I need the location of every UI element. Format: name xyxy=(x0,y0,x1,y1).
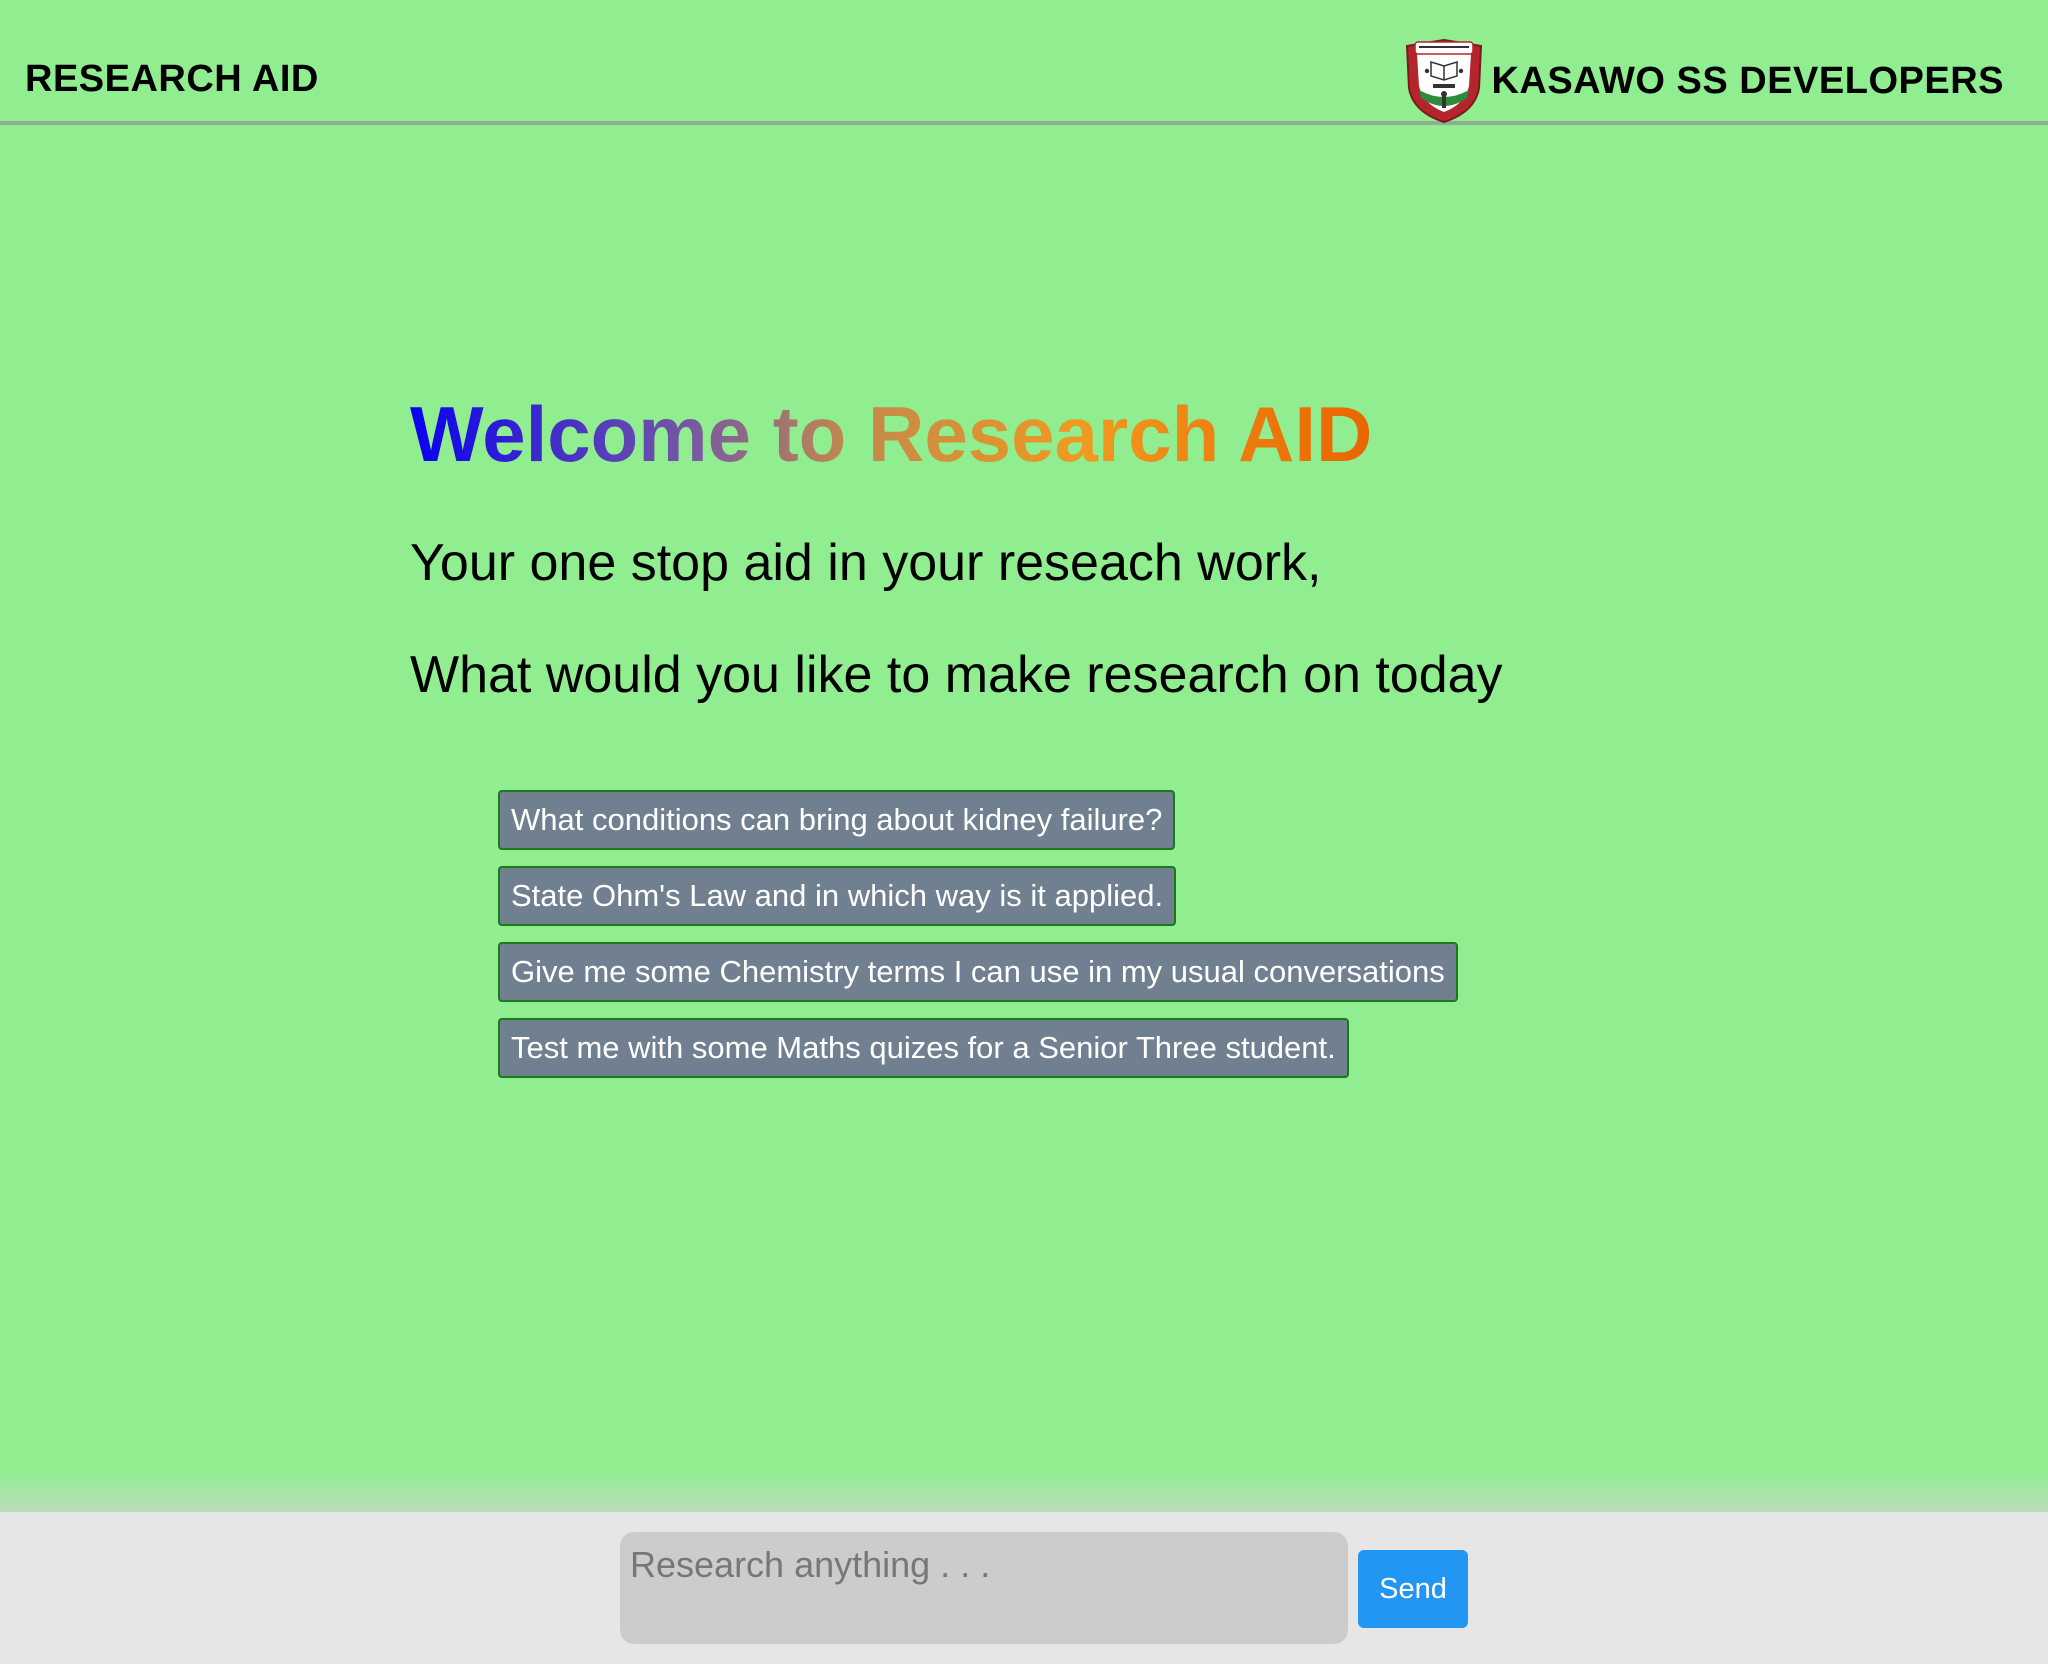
welcome-heading: Welcome to Research AID xyxy=(410,390,1373,478)
developer-block: KASAWO SS DEVELOPERS xyxy=(1403,38,2004,124)
brand-title: RESEARCH AID xyxy=(25,58,319,100)
suggestion-button[interactable]: Test me with some Maths quizes for a Sen… xyxy=(498,1018,1349,1078)
top-header: RESEARCH AID KASAWO SS DEVELOPERS xyxy=(0,0,2048,125)
school-crest-icon xyxy=(1406,38,1483,124)
prompt-line: What would you like to make research on … xyxy=(410,646,1503,705)
suggestion-list: What conditions can bring about kidney f… xyxy=(498,790,1458,1094)
suggestion-button[interactable]: State Ohm's Law and in which way is it a… xyxy=(498,866,1177,926)
footer-fade xyxy=(0,1470,2048,1512)
developer-name: KASAWO SS DEVELOPERS xyxy=(1491,59,2004,102)
welcome-section: Welcome to Research AID Your one stop ai… xyxy=(410,390,1710,706)
intro-line: Your one stop aid in your reseach work, xyxy=(410,533,1322,592)
suggestion-button[interactable]: Give me some Chemistry terms I can use i… xyxy=(498,942,1458,1002)
suggestion-button[interactable]: What conditions can bring about kidney f… xyxy=(498,790,1176,850)
input-bar: Send xyxy=(0,1512,2048,1664)
send-button[interactable]: Send xyxy=(1358,1550,1468,1628)
research-input[interactable] xyxy=(620,1532,1348,1644)
